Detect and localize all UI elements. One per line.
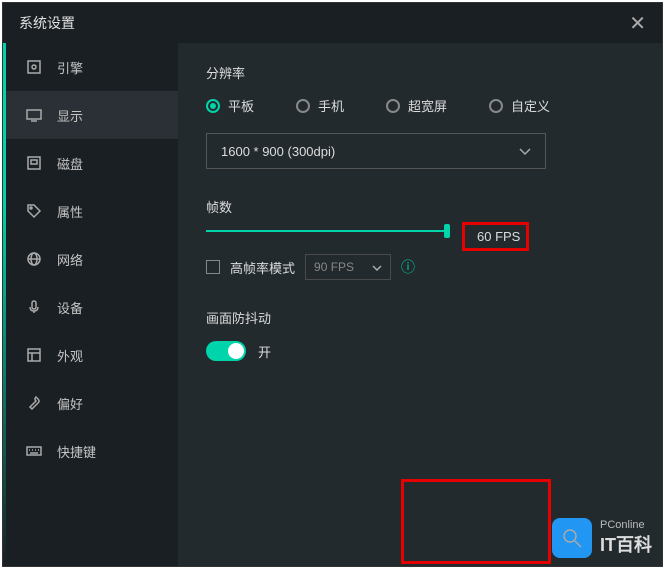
sidebar-item-label: 外观	[57, 346, 83, 365]
watermark-small: PConline	[600, 519, 652, 531]
sidebar-item-shortcuts[interactable]: 快捷键	[3, 427, 178, 475]
watermark: PConline IT百科	[552, 518, 652, 558]
sidebar-item-label: 偏好	[57, 394, 83, 413]
sidebar-item-label: 显示	[57, 106, 83, 125]
mic-icon	[25, 298, 43, 316]
radio-dot-icon	[386, 99, 400, 113]
slider-thumb[interactable]	[444, 224, 450, 238]
radio-custom[interactable]: 自定义	[489, 96, 550, 115]
close-icon[interactable]: ✕	[629, 11, 646, 36]
sidebar-item-preferences[interactable]: 偏好	[3, 379, 178, 427]
resolution-select[interactable]: 1600 * 900 (300dpi)	[206, 133, 546, 169]
fps-value: 60 FPS	[462, 222, 529, 251]
radio-phone[interactable]: 手机	[296, 96, 344, 115]
radio-dot-icon	[489, 99, 503, 113]
keyboard-icon	[25, 442, 43, 460]
sidebar-item-disk[interactable]: 磁盘	[3, 139, 178, 187]
anti-shake-label: 画面防抖动	[206, 308, 634, 327]
high-fps-checkbox[interactable]	[206, 260, 220, 274]
radio-label: 超宽屏	[408, 96, 447, 115]
sidebar: 引擎 显示 磁盘 属性 网络 设备	[3, 43, 178, 566]
chevron-down-icon	[372, 260, 382, 274]
disk-icon	[25, 154, 43, 172]
sidebar-item-label: 快捷键	[57, 442, 96, 461]
sidebar-item-engine[interactable]: 引擎	[3, 43, 178, 91]
radio-ultrawide[interactable]: 超宽屏	[386, 96, 447, 115]
engine-icon	[25, 58, 43, 76]
radio-label: 自定义	[511, 96, 550, 115]
fps-slider[interactable]	[206, 230, 446, 232]
globe-icon	[25, 250, 43, 268]
wrench-icon	[25, 394, 43, 412]
sidebar-item-network[interactable]: 网络	[3, 235, 178, 283]
high-fps-label: 高帧率模式	[230, 258, 295, 277]
radio-tablet[interactable]: 平板	[206, 96, 254, 115]
resolution-label: 分辨率	[206, 63, 634, 82]
sidebar-item-properties[interactable]: 属性	[3, 187, 178, 235]
anti-shake-state: 开	[258, 342, 271, 361]
tag-icon	[25, 202, 43, 220]
radio-label: 手机	[318, 96, 344, 115]
display-icon	[25, 106, 43, 124]
sidebar-item-label: 引擎	[57, 58, 83, 77]
anti-shake-toggle[interactable]	[206, 341, 246, 361]
sidebar-item-label: 网络	[57, 250, 83, 269]
sidebar-item-display[interactable]: 显示	[3, 91, 178, 139]
sidebar-item-label: 磁盘	[57, 154, 83, 173]
high-fps-select[interactable]: 90 FPS	[305, 254, 391, 280]
highlight-box-empty	[401, 479, 551, 564]
high-fps-select-value: 90 FPS	[314, 260, 354, 274]
sidebar-item-device[interactable]: 设备	[3, 283, 178, 331]
chevron-down-icon	[519, 144, 531, 159]
sidebar-accent	[3, 43, 6, 566]
radio-dot-icon	[206, 99, 220, 113]
sidebar-item-appearance[interactable]: 外观	[3, 331, 178, 379]
layout-icon	[25, 346, 43, 364]
sidebar-item-label: 设备	[57, 298, 83, 317]
sidebar-item-label: 属性	[57, 202, 83, 221]
info-icon[interactable]: ⓘ	[401, 257, 415, 277]
resolution-value: 1600 * 900 (300dpi)	[221, 144, 335, 159]
radio-label: 平板	[228, 96, 254, 115]
watermark-main: IT百科	[600, 531, 652, 557]
radio-dot-icon	[296, 99, 310, 113]
fps-section-label: 帧数	[206, 197, 634, 216]
window-title: 系统设置	[19, 13, 75, 33]
search-icon	[552, 518, 592, 558]
